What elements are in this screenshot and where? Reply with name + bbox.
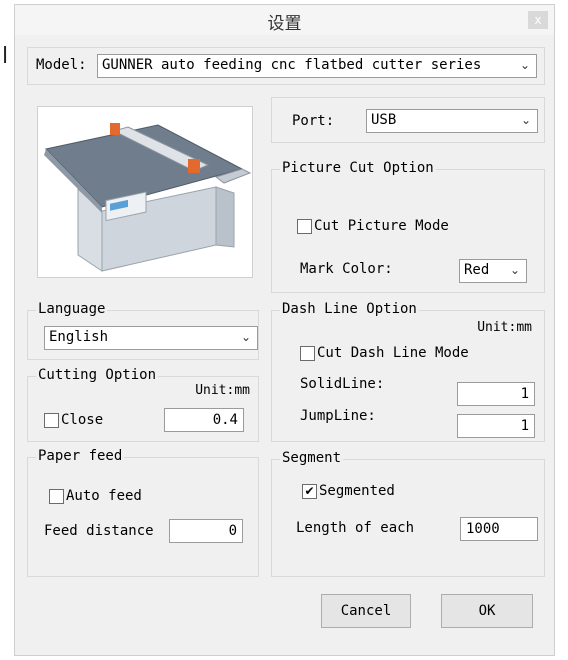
port-group: Port: USB ⌄ xyxy=(271,97,545,143)
paper-feed-title: Paper feed xyxy=(36,448,125,464)
dash-line-unit: Unit:mm xyxy=(477,320,532,335)
close-button[interactable]: x xyxy=(528,11,548,29)
cut-picture-mode-label: Cut Picture Mode xyxy=(314,218,449,234)
title-bar: 设置 x xyxy=(15,5,554,35)
dash-line-group: Dash Line Option Unit:mm Cut Dash Line M… xyxy=(271,301,545,442)
port-select[interactable]: USB ⌄ xyxy=(366,109,538,133)
jump-line-input[interactable]: 1 xyxy=(457,414,535,438)
cutting-unit: Unit:mm xyxy=(195,383,250,398)
cut-dash-line-checkbox[interactable] xyxy=(300,346,315,361)
model-select[interactable]: GUNNER auto feeding cnc flatbed cutter s… xyxy=(97,54,537,78)
close-icon: x xyxy=(534,13,542,27)
chevron-down-icon: ⌄ xyxy=(519,58,530,72)
feed-distance-value: 0 xyxy=(228,523,237,539)
segment-title: Segment xyxy=(280,450,344,466)
cutting-value-input[interactable]: 0.4 xyxy=(164,408,244,432)
checkmark-icon: ✔ xyxy=(304,484,315,498)
ok-button[interactable]: OK xyxy=(441,594,533,628)
solid-line-label: SolidLine: xyxy=(300,376,385,392)
mark-color-label: Mark Color: xyxy=(300,261,393,277)
length-of-each-label: Length of each xyxy=(296,520,415,536)
language-group: Language English ⌄ xyxy=(27,301,259,360)
dash-line-title: Dash Line Option xyxy=(280,301,419,317)
model-value: GUNNER auto feeding cnc flatbed cutter s… xyxy=(102,57,482,73)
cutting-option-group: Cutting Option Unit:mm Close 0.4 xyxy=(27,367,259,442)
picture-cut-title: Picture Cut Option xyxy=(280,160,436,176)
close-label: Close xyxy=(61,412,104,428)
solid-line-input[interactable]: 1 xyxy=(457,382,535,406)
feed-distance-input[interactable]: 0 xyxy=(169,519,243,543)
cancel-button[interactable]: Cancel xyxy=(321,594,411,628)
model-group: Model: GUNNER auto feeding cnc flatbed c… xyxy=(27,47,545,85)
window-title: 设置 xyxy=(267,14,302,34)
cut-picture-mode-checkbox[interactable] xyxy=(297,219,312,234)
chevron-down-icon: ⌄ xyxy=(240,330,251,344)
close-checkbox[interactable] xyxy=(44,413,59,428)
language-value: English xyxy=(49,329,109,345)
length-of-each-value: 1000 xyxy=(466,521,500,537)
solid-line-value: 1 xyxy=(520,386,529,402)
settings-dialog: 设置 x Model: GUNNER auto feeding cnc flat… xyxy=(14,4,555,656)
segmented-checkbox[interactable]: ✔ xyxy=(302,484,317,499)
cut-dash-line-label: Cut Dash Line Mode xyxy=(317,345,469,361)
model-label: Model: xyxy=(36,57,87,73)
jump-line-label: JumpLine: xyxy=(300,408,376,424)
port-label: Port: xyxy=(292,113,335,129)
mark-color-value: Red xyxy=(464,262,490,278)
language-select[interactable]: English ⌄ xyxy=(44,326,258,350)
segmented-label: Segmented xyxy=(319,483,395,499)
auto-feed-label: Auto feed xyxy=(66,488,142,504)
feed-distance-label: Feed distance xyxy=(44,523,154,539)
background-text: l xyxy=(2,44,9,69)
segment-group: Segment ✔ Segmented Length of each 1000 xyxy=(271,450,545,577)
machine-picture xyxy=(37,106,253,278)
language-title: Language xyxy=(36,301,108,317)
jump-line-value: 1 xyxy=(520,418,529,434)
picture-cut-group: Picture Cut Option Cut Picture Mode Mark… xyxy=(271,160,545,293)
chevron-down-icon: ⌄ xyxy=(520,113,531,127)
mark-color-select[interactable]: Red ⌄ xyxy=(459,259,527,283)
cutter-machine-image xyxy=(38,107,252,277)
chevron-down-icon: ⌄ xyxy=(509,263,520,277)
length-of-each-input[interactable]: 1000 xyxy=(460,517,538,541)
paper-feed-group: Paper feed Auto feed Feed distance 0 xyxy=(27,448,259,577)
cutting-value: 0.4 xyxy=(212,412,238,428)
port-value: USB xyxy=(371,112,397,128)
cutting-option-title: Cutting Option xyxy=(36,367,159,383)
auto-feed-checkbox[interactable] xyxy=(49,489,64,504)
